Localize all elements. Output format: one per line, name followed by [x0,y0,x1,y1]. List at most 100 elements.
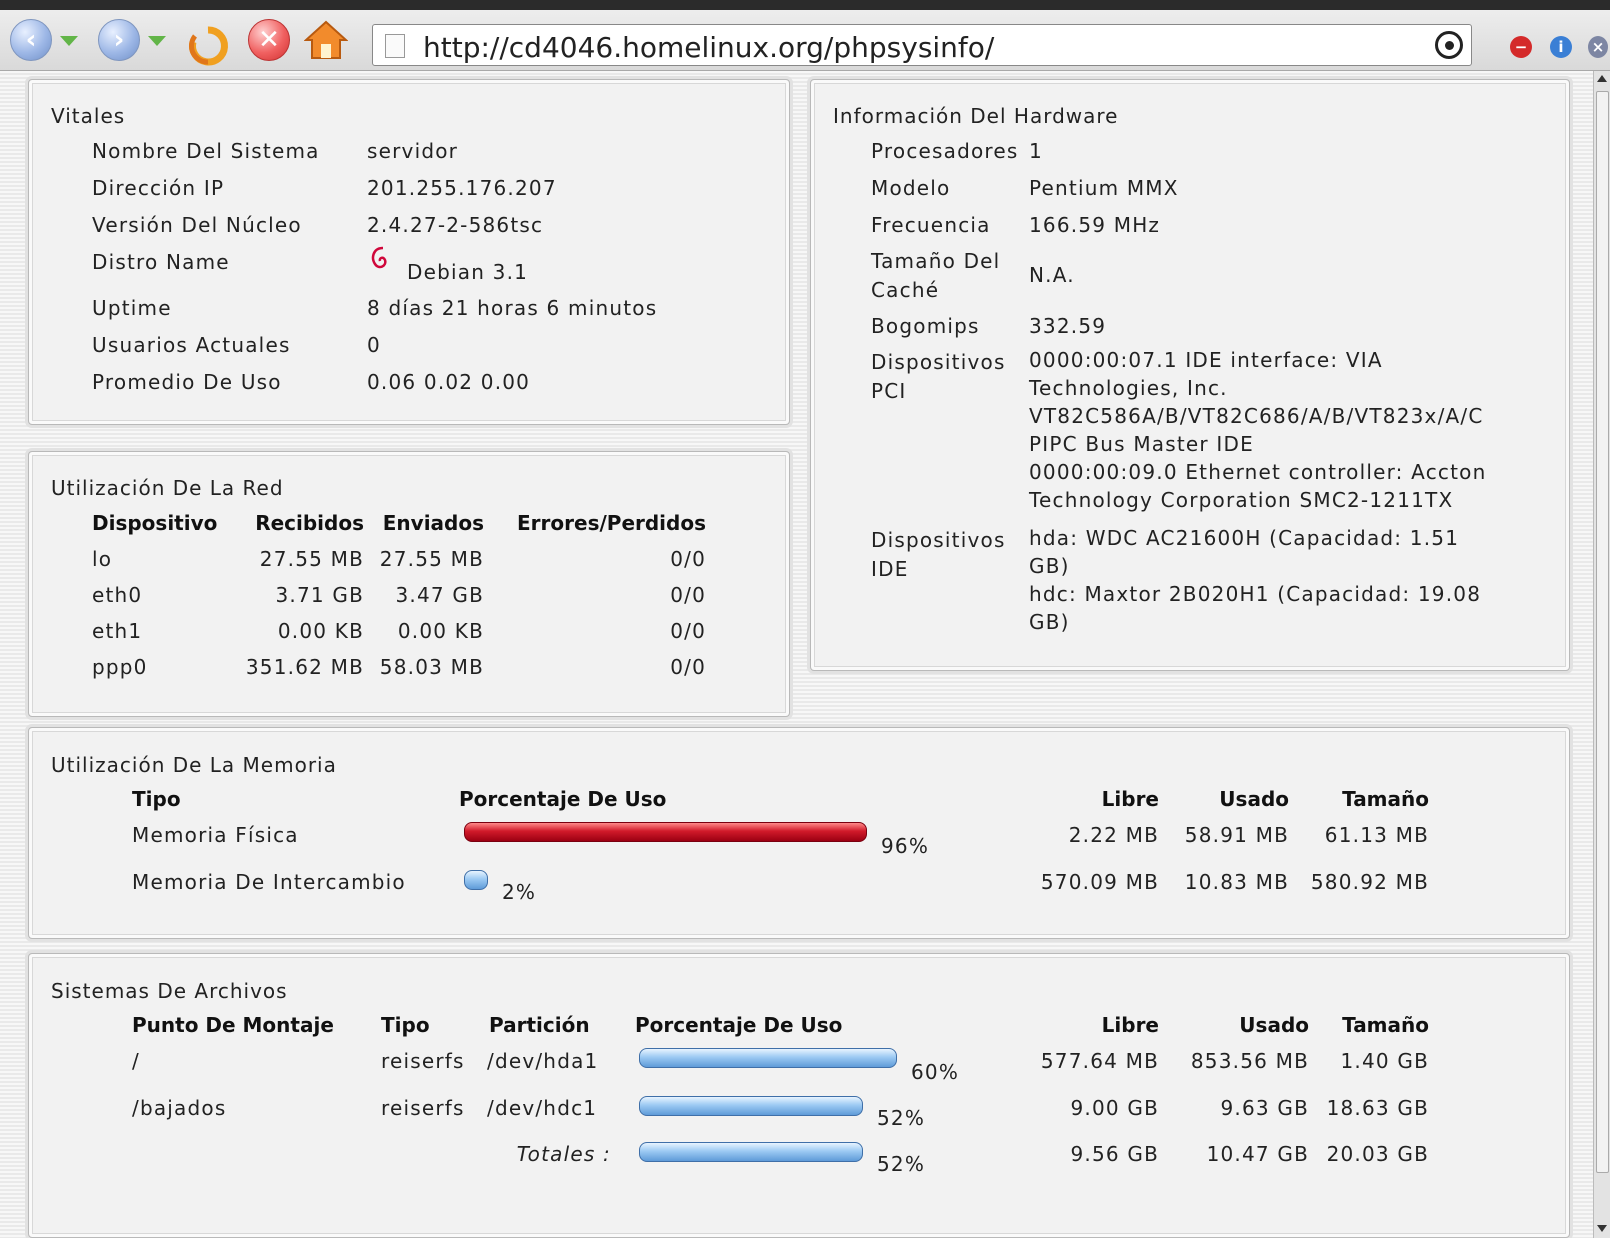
ide-line: hda: WDC AC21600H (Capacidad: 1.51 [1029,526,1460,550]
totals-free: 9.56 GB [1070,1142,1159,1166]
ide-line: GB) [1029,554,1070,578]
red-panel: Utilización De La Red Dispositivo Recibi… [28,451,790,717]
browser-toolbar: ‹ › ✕ http://cd4046.homelinux.org/phpsys… [0,10,1610,71]
hw-label: Caché [871,278,940,302]
mount-point: /bajados [132,1096,227,1120]
home-icon[interactable] [304,18,348,62]
memoria-panel: Utilización De La Memoria Tipo Porcentaj… [28,727,1570,939]
memory-usage-bar [464,822,867,842]
pci-line: 0000:00:09.0 Ethernet controller: Accton [1029,460,1487,484]
ide-line: hdc: Maxtor 2B020H1 (Capacidad: 19.08 [1029,582,1482,606]
col-header: Tipo [381,1013,430,1037]
scroll-thumb[interactable] [1596,91,1609,1173]
fs-size: 1.40 GB [1340,1049,1429,1073]
url-text[interactable]: http://cd4046.homelinux.org/phpsysinfo/ [423,31,994,64]
back-icon[interactable]: ‹ [10,19,52,61]
url-bar[interactable]: http://cd4046.homelinux.org/phpsysinfo/ [372,24,1472,66]
go-icon[interactable] [1435,31,1463,59]
fs-size: 18.63 GB [1326,1096,1429,1120]
red-stop-icon[interactable]: − [1510,36,1532,58]
vitales-value: 201.255.176.207 [367,176,557,200]
close-icon[interactable]: × [1588,36,1608,58]
totals-used: 10.47 GB [1206,1142,1309,1166]
col-header: Usado [1239,1013,1309,1037]
net-errors: 0/0 [670,583,706,607]
memory-size: 580.92 MB [1310,870,1429,894]
col-header: Porcentaje De Uso [635,1013,843,1037]
fs-free: 9.00 GB [1070,1096,1159,1120]
archivos-title: Sistemas De Archivos [51,979,288,1003]
document-icon [385,34,405,58]
hardware-panel: Información Del Hardware Procesadores 1 … [810,79,1570,671]
vitales-label: Dirección IP [92,176,225,200]
ide-line: GB) [1029,610,1070,634]
memory-usage-percent: 2% [502,880,537,904]
scroll-down-icon[interactable] [1597,1225,1607,1232]
vertical-scrollbar[interactable] [1593,71,1610,1238]
forward-dropdown-icon[interactable] [148,36,166,46]
mount-point: / [132,1049,140,1073]
hw-value: 1 [1029,139,1043,163]
hw-label: IDE [871,557,909,581]
net-errors: 0/0 [670,547,706,571]
hw-label: Tamaño Del [871,249,1001,273]
fs-usage-percent: 60% [911,1060,960,1084]
totals-label: Totales : [516,1142,611,1166]
pci-device-list: 0000:00:07.1 IDE interface: VIA Technolo… [1029,346,1486,514]
memory-usage-bar [464,870,488,890]
vitales-title: Vitales [51,104,126,128]
net-received: 27.55 MB [259,547,364,571]
pci-line: PIPC Bus Master IDE [1029,432,1254,456]
back-dropdown-icon[interactable] [60,36,78,46]
hardware-title: Información Del Hardware [833,104,1119,128]
vitales-label: Versión Del Núcleo [92,213,302,237]
vitales-panel: Vitales Nombre Del Sistema servidor Dire… [28,79,790,425]
col-header: Tipo [132,787,181,811]
memory-used: 58.91 MB [1184,823,1289,847]
fs-usage-bar [639,1096,863,1116]
pci-line: VT82C586A/B/VT82C686/A/B/VT823x/A/C [1029,404,1484,428]
vitales-label: Distro Name [92,250,230,274]
net-device: eth1 [92,619,143,643]
blue-info-icon[interactable]: i [1550,36,1572,58]
reload-icon[interactable] [186,24,230,68]
hw-label: Dispositivos [871,350,1006,374]
net-device: ppp0 [92,655,148,679]
fs-used: 853.56 MB [1190,1049,1309,1073]
hw-label: PCI [871,379,907,403]
vitales-value: 0 [367,333,381,357]
forward-icon[interactable]: › [98,19,140,61]
partition: /dev/hda1 [487,1049,599,1073]
scroll-up-icon[interactable] [1597,75,1607,82]
vitales-value: servidor [367,139,459,163]
ide-device-list: hda: WDC AC21600H (Capacidad: 1.51 GB) h… [1029,524,1481,636]
vitales-label: Uptime [92,296,172,320]
archivos-panel: Sistemas De Archivos Punto De Montaje Ti… [28,953,1570,1238]
memory-free: 570.09 MB [1040,870,1159,894]
col-header: Dispositivo [92,511,218,535]
vitales-label: Promedio De Uso [92,370,282,394]
net-errors: 0/0 [670,619,706,643]
hw-value: 332.59 [1029,314,1107,338]
partition: /dev/hdc1 [487,1096,598,1120]
pci-line: 0000:00:07.1 IDE interface: VIA [1029,348,1383,372]
net-sent: 0.00 KB [397,619,484,643]
hw-value: Pentium MMX [1029,176,1179,200]
col-header: Partición [489,1013,590,1037]
totals-usage-percent: 52% [877,1152,926,1176]
col-header: Usado [1219,787,1289,811]
page-content: Vitales Nombre Del Sistema servidor Dire… [0,71,1594,1238]
red-title: Utilización De La Red [51,476,284,500]
col-header: Enviados [382,511,484,535]
col-header: Errores/Perdidos [517,511,706,535]
fs-type: reiserfs [381,1096,465,1120]
memoria-title: Utilización De La Memoria [51,753,337,777]
col-header: Recibidos [255,511,364,535]
net-received: 3.71 GB [275,583,364,607]
net-received: 0.00 KB [277,619,364,643]
stop-icon[interactable]: ✕ [248,19,290,61]
col-header: Tamaño [1342,1013,1429,1037]
totals-usage-bar [639,1142,863,1162]
col-header: Libre [1101,1013,1159,1037]
hw-value: 166.59 MHz [1029,213,1161,237]
